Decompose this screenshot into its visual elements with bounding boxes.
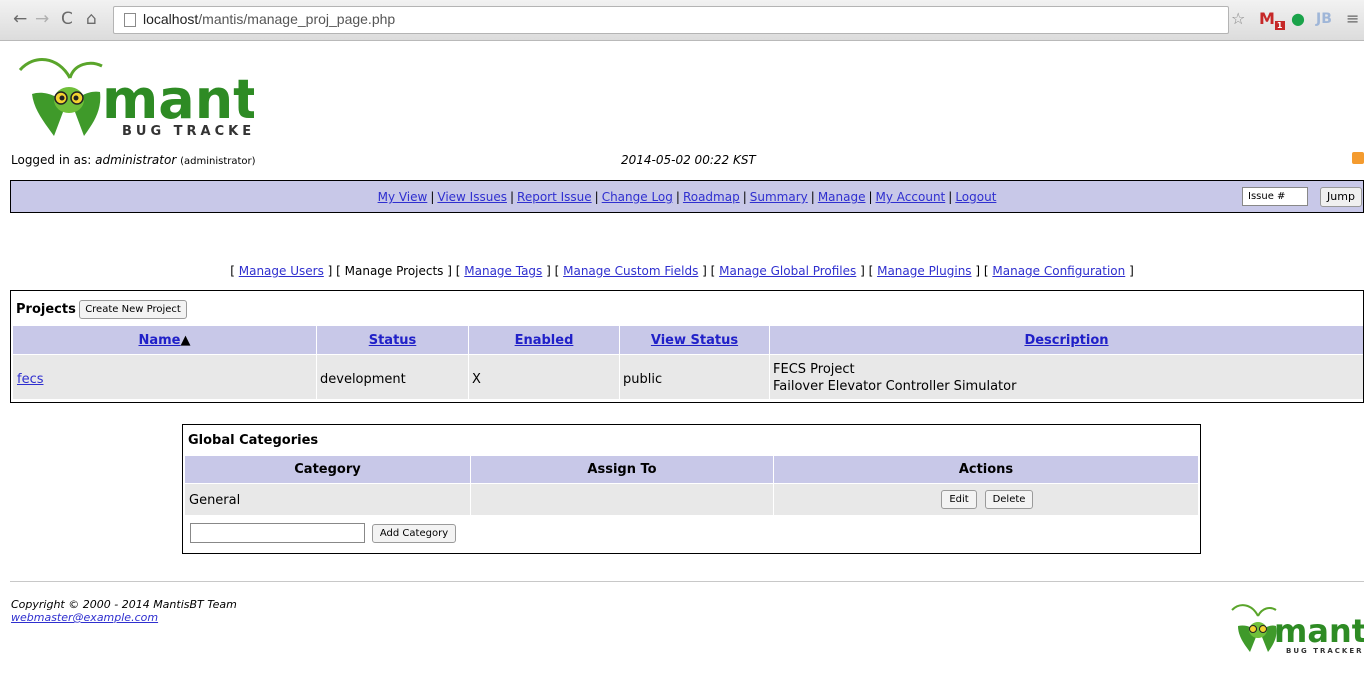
menu-item-my-account[interactable]: My Account xyxy=(876,190,946,204)
reload-icon[interactable]: C xyxy=(61,9,73,29)
address-bar[interactable]: localhost/mantis/manage_proj_page.php xyxy=(113,6,1229,34)
current-datetime: 2014-05-02 00:22 KST xyxy=(621,153,756,167)
jump-button[interactable]: Jump xyxy=(1320,187,1362,207)
manage-menu-manage-custom-fields[interactable]: Manage Custom Fields xyxy=(563,264,698,278)
project-name-link[interactable]: fecs xyxy=(17,372,44,387)
create-new-project-button[interactable]: Create New Project xyxy=(79,300,187,319)
column-header-enabled[interactable]: Enabled xyxy=(469,333,619,348)
global-categories-title: Global Categories xyxy=(188,433,319,448)
browser-toolbar: ← → C ⌂ localhost/mantis/manage_proj_pag… xyxy=(0,0,1364,41)
menu-item-summary[interactable]: Summary xyxy=(750,190,808,204)
menu-separator: | xyxy=(675,190,680,204)
manage-menu-manage-plugins[interactable]: Manage Plugins xyxy=(877,264,971,278)
project-enabled: X xyxy=(472,372,481,387)
column-header-actions: Actions xyxy=(958,462,1014,477)
rss-icon[interactable] xyxy=(1352,152,1364,164)
page-icon xyxy=(124,13,136,27)
categories-header-row: Category Assign To Actions xyxy=(185,456,1198,483)
footer-logo-wordmark: mantis xyxy=(1274,612,1364,650)
login-info: Logged in as: administrator (administrat… xyxy=(11,153,256,167)
manage-menu-manage-projects: Manage Projects xyxy=(344,264,444,278)
menu-item-roadmap[interactable]: Roadmap xyxy=(683,190,740,204)
new-category-input[interactable] xyxy=(190,523,365,543)
footer-logo-tagline: BUG TRACKER xyxy=(1286,647,1364,655)
issue-number-input[interactable]: Issue # xyxy=(1242,187,1308,206)
hangouts-icon[interactable]: ● xyxy=(1291,8,1305,30)
logo-wordmark: mantis xyxy=(102,68,254,131)
menu-item-logout[interactable]: Logout xyxy=(955,190,996,204)
projects-header-row: Name▲ Status Enabled View Status Descrip… xyxy=(13,326,1363,354)
forward-icon[interactable]: → xyxy=(35,9,49,29)
projects-table: Projects Create New Project Name▲ Status… xyxy=(10,290,1364,403)
column-header-assign-to: Assign To xyxy=(587,462,657,477)
delete-category-button[interactable]: Delete xyxy=(985,490,1033,509)
project-description-line2: Failover Elevator Controller Simulator xyxy=(773,379,1017,394)
username: administrator xyxy=(95,153,177,167)
column-header-view-status[interactable]: View Status xyxy=(620,333,769,348)
access-level: (administrator) xyxy=(180,156,256,167)
table-row: General Edit Delete xyxy=(185,484,1198,515)
project-view-status: public xyxy=(623,372,663,387)
gmail-icon[interactable]: M1 xyxy=(1259,8,1285,37)
add-category-button[interactable]: Add Category xyxy=(372,524,456,543)
edit-category-button[interactable]: Edit xyxy=(941,490,977,509)
column-header-status[interactable]: Status xyxy=(317,333,468,348)
table-row: fecs development X public FECS Project F… xyxy=(13,355,1363,399)
menu-separator: | xyxy=(742,190,747,204)
column-header-name[interactable]: Name▲ xyxy=(13,333,316,348)
jetbrains-icon[interactable]: JB xyxy=(1316,8,1332,30)
manage-menu-manage-users[interactable]: Manage Users xyxy=(239,264,324,278)
menu-separator: | xyxy=(810,190,815,204)
add-category-row: Add Category xyxy=(185,516,1198,552)
manage-menu-manage-tags[interactable]: Manage Tags xyxy=(464,264,542,278)
menu-icon[interactable]: ≡ xyxy=(1346,8,1359,30)
project-status: development xyxy=(320,372,406,387)
menu-separator: | xyxy=(948,190,953,204)
main-menu-links: My View | View Issues | Report Issue | Change … xyxy=(11,190,1363,204)
manage-menu-manage-global-profiles[interactable]: Manage Global Profiles xyxy=(719,264,856,278)
menu-separator: | xyxy=(594,190,599,204)
copyright-text: Copyright © 2000 - 2014 MantisBT Team xyxy=(11,598,237,611)
manage-menu-manage-configuration[interactable]: Manage Configuration xyxy=(992,264,1125,278)
project-description-line1: FECS Project xyxy=(773,362,855,377)
menu-item-manage[interactable]: Manage xyxy=(818,190,866,204)
column-header-category: Category xyxy=(294,462,361,477)
menu-separator: | xyxy=(430,190,435,204)
main-menu: My View | View Issues | Report Issue | Change … xyxy=(10,180,1364,213)
url-text: localhost/mantis/manage_proj_page.php xyxy=(143,11,396,27)
menu-separator: | xyxy=(509,190,515,204)
gmail-badge: 1 xyxy=(1274,21,1285,31)
manage-menu: [ Manage Users ] [ Manage Projects ] [ M… xyxy=(230,264,1134,278)
mantis-footer-logo[interactable]: mantis BUG TRACKER xyxy=(1228,600,1364,658)
global-categories-table: Global Categories Category Assign To Act… xyxy=(182,424,1201,554)
projects-title: Projects xyxy=(16,302,76,317)
menu-separator: | xyxy=(868,190,873,204)
menu-item-change-log[interactable]: Change Log xyxy=(602,190,673,204)
menu-item-my-view[interactable]: My View xyxy=(378,190,428,204)
bookmark-star-icon[interactable]: ☆ xyxy=(1231,8,1245,30)
sort-ascending-icon: ▲ xyxy=(180,333,191,348)
menu-item-report-issue[interactable]: Report Issue xyxy=(517,190,592,204)
logo-tagline: BUG TRACKER xyxy=(122,124,254,139)
back-icon[interactable]: ← xyxy=(13,9,27,29)
column-header-description[interactable]: Description xyxy=(770,333,1363,348)
logged-in-label: Logged in as: xyxy=(11,153,96,167)
menu-item-view-issues[interactable]: View Issues xyxy=(437,190,507,204)
footer-divider xyxy=(10,581,1364,582)
category-name: General xyxy=(189,493,241,508)
mantis-logo[interactable]: mantis BUG TRACKER xyxy=(14,52,254,144)
home-icon[interactable]: ⌂ xyxy=(86,9,97,29)
webmaster-email-link[interactable]: webmaster@example.com xyxy=(11,611,158,624)
